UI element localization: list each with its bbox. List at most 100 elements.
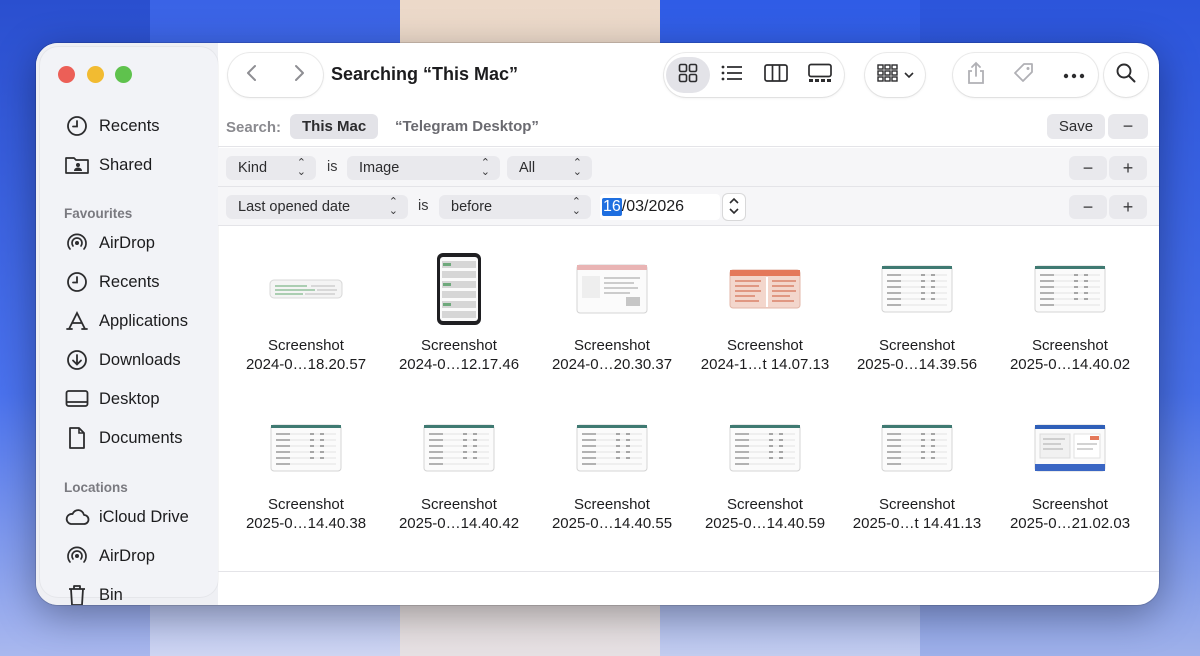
search-scope-label: Search: xyxy=(226,119,282,136)
criteria-row-date: Last opened date ⌃ ⌄ is before ⌃ ⌄ 16/03/2… xyxy=(218,187,1159,226)
save-search-button[interactable]: Save xyxy=(1047,114,1105,139)
sidebar-item-icloud[interactable]: iCloud Drive xyxy=(64,504,189,530)
file-item[interactable]: Screenshot 2025-0…14.40.38 xyxy=(231,411,381,533)
gallery-view-button[interactable] xyxy=(798,57,842,93)
attribute-popup[interactable]: Kind ⌃ ⌄ xyxy=(226,156,316,180)
file-item[interactable]: Screenshot 2025-0…14.40.02 xyxy=(995,252,1145,374)
search-scope-bar: Search: This Mac “Telegram Desktop” Save… xyxy=(218,109,1159,147)
attribute-popup[interactable]: Last opened date ⌃ ⌄ xyxy=(226,195,408,219)
sidebar-item-downloads[interactable]: Downloads xyxy=(64,347,181,373)
file-item[interactable]: Screenshot 2025-0…14.39.56 xyxy=(842,252,992,374)
document-icon xyxy=(64,426,90,450)
file-item[interactable]: Screenshot 2024-0…12.17.46 xyxy=(384,252,534,374)
table-thumbnail xyxy=(575,411,649,485)
favourites-heading: Favourites xyxy=(64,206,133,221)
operator-label: is xyxy=(327,159,338,175)
shared-folder-icon xyxy=(64,153,90,177)
updown-chevron-icon: ⌃ ⌄ xyxy=(296,157,306,178)
table-thumbnail xyxy=(880,411,954,485)
strip-thumbnail xyxy=(269,252,343,326)
list-view-button[interactable] xyxy=(710,57,754,93)
view-mode-group xyxy=(664,53,844,97)
file-item[interactable]: Screenshot 2025-0…14.40.42 xyxy=(384,411,534,533)
table-thumbnail xyxy=(1033,252,1107,326)
clock-icon xyxy=(64,270,90,294)
date-rest[interactable]: /03/2026 xyxy=(622,198,684,216)
file-item[interactable]: Screenshot 2025-0…14.40.59 xyxy=(690,411,840,533)
phone-thumbnail xyxy=(422,252,496,326)
chevron-down-icon[interactable] xyxy=(729,207,739,218)
sidebar-item-desktop[interactable]: Desktop xyxy=(64,386,160,412)
airdrop-icon xyxy=(64,544,90,568)
bin-icon xyxy=(64,583,90,605)
cloud-icon xyxy=(64,505,90,529)
group-by-button[interactable] xyxy=(865,53,925,97)
more-icon[interactable] xyxy=(1063,66,1085,84)
tag-icon[interactable] xyxy=(1012,61,1036,90)
airdrop-icon xyxy=(64,231,90,255)
sidebar-item-recents-fav[interactable]: Recents xyxy=(64,269,160,295)
date-field[interactable]: 16/03/2026 xyxy=(600,194,720,220)
window-title: Searching “This Mac” xyxy=(331,64,519,84)
columns-icon xyxy=(764,63,788,88)
scope-folder-button[interactable]: “Telegram Desktop” xyxy=(395,118,539,135)
icon-view-button[interactable] xyxy=(666,57,710,93)
zoom-button[interactable] xyxy=(115,66,132,83)
scope-this-mac-button[interactable]: This Mac xyxy=(290,114,379,139)
remove-criterion-button[interactable]: − xyxy=(1069,195,1107,219)
file-item[interactable]: Screenshot 2024-0…20.30.37 xyxy=(537,252,687,374)
remove-criterion-button[interactable]: − xyxy=(1069,156,1107,180)
add-criterion-button[interactable]: + xyxy=(1109,195,1147,219)
file-item[interactable]: Screenshot 2025-0…t 14.41.13 xyxy=(842,411,992,533)
minimize-button[interactable] xyxy=(87,66,104,83)
column-view-button[interactable] xyxy=(754,57,798,93)
navigation-group xyxy=(228,53,323,97)
sidebar: Recents Shared Favourites AirDrop Recent… xyxy=(36,43,218,605)
sidebar-item-bin[interactable]: Bin xyxy=(64,582,123,605)
sidebar-item-recents[interactable]: Recents xyxy=(64,113,160,139)
table-thumbnail xyxy=(880,252,954,326)
sidebar-item-airdrop[interactable]: AirDrop xyxy=(64,230,155,256)
divider xyxy=(218,571,1159,572)
sidebar-item-applications[interactable]: Applications xyxy=(64,308,188,334)
value-popup[interactable]: Image ⌃ ⌄ xyxy=(347,156,500,180)
file-item[interactable]: Screenshot 2024-0…18.20.57 xyxy=(231,252,381,374)
file-item[interactable]: Screenshot 2025-0…21.02.03 xyxy=(995,411,1145,533)
finder-window: Recents Shared Favourites AirDrop Recent… xyxy=(36,43,1159,605)
toolbar: Searching “This Mac” xyxy=(218,43,1159,105)
sidebar-item-shared[interactable]: Shared xyxy=(64,152,152,178)
updown-chevron-icon: ⌃ ⌄ xyxy=(388,196,398,217)
sidebar-item-documents[interactable]: Documents xyxy=(64,425,182,451)
sidebar-item-airdrop-loc[interactable]: AirDrop xyxy=(64,543,155,569)
file-item[interactable]: Screenshot 2025-0…14.40.55 xyxy=(537,411,687,533)
forward-chevron-icon[interactable] xyxy=(292,63,306,88)
table-thumbnail xyxy=(422,411,496,485)
table-thumbnail xyxy=(728,411,802,485)
remove-search-button[interactable]: − xyxy=(1108,114,1148,139)
table-thumbnail xyxy=(269,411,343,485)
share-icon[interactable] xyxy=(966,61,986,90)
close-button[interactable] xyxy=(58,66,75,83)
grid-icon xyxy=(678,63,698,88)
search-icon xyxy=(1116,63,1136,88)
date-day-segment[interactable]: 16 xyxy=(602,198,622,216)
file-grid: Screenshot 2024-0…18.20.57 Screenshot 2024… xyxy=(218,226,1159,566)
locations-heading: Locations xyxy=(64,480,128,495)
add-criterion-button[interactable]: + xyxy=(1109,156,1147,180)
search-button[interactable] xyxy=(1104,53,1148,97)
operator-label: is xyxy=(418,198,429,214)
actions-group xyxy=(953,53,1098,97)
subtype-popup[interactable]: All ⌃ ⌄ xyxy=(507,156,592,180)
file-item[interactable]: Screenshot 2024-1…t 14.07.13 xyxy=(690,252,840,374)
download-icon xyxy=(64,348,90,372)
gallery-icon xyxy=(808,63,832,88)
chevron-up-icon[interactable] xyxy=(729,196,739,207)
desktop-icon xyxy=(64,387,90,411)
back-chevron-icon[interactable] xyxy=(245,63,259,88)
webpage-thumbnail xyxy=(1033,411,1107,485)
applications-icon xyxy=(64,309,90,333)
updown-chevron-icon: ⌃ ⌄ xyxy=(571,196,581,217)
comparison-popup[interactable]: before ⌃ ⌄ xyxy=(439,195,591,219)
clock-icon xyxy=(64,114,90,138)
date-stepper[interactable] xyxy=(723,194,745,220)
